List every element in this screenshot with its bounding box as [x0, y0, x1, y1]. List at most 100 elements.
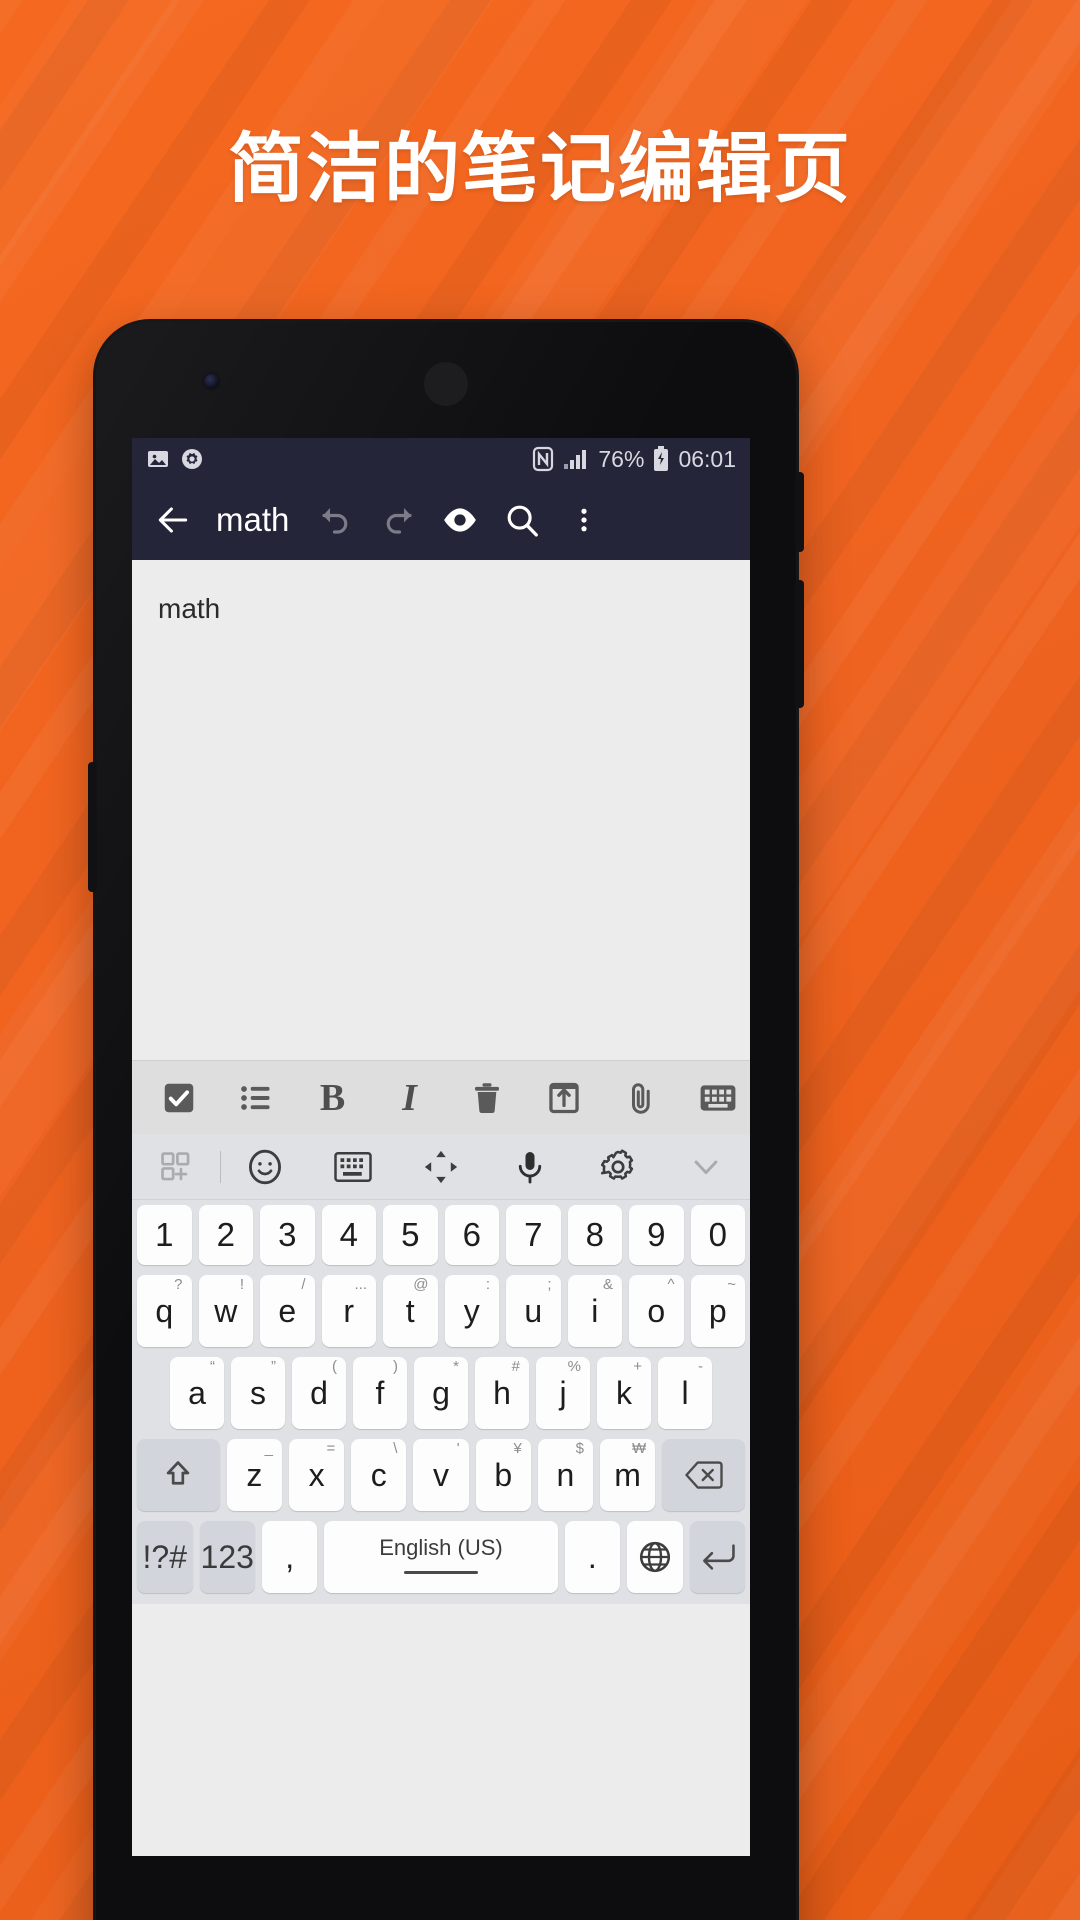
- phone-mockup: 76% 06:01 math math B I 1 2 3 4 5 6 7 8 …: [88, 322, 804, 1920]
- key-t[interactable]: @ t: [383, 1275, 438, 1347]
- editor-format-toolbar: B I: [132, 1060, 750, 1134]
- key-0[interactable]: 0: [690, 1205, 745, 1265]
- key-n-label: n: [556, 1456, 575, 1493]
- phone-side-button-volume: [795, 580, 804, 708]
- key-8[interactable]: 8: [567, 1205, 622, 1265]
- key-d-label: d: [310, 1374, 328, 1411]
- phone-side-button-power: [795, 472, 804, 552]
- key-5[interactable]: 5: [383, 1205, 438, 1265]
- search-icon[interactable]: [491, 489, 553, 551]
- eye-icon[interactable]: [429, 489, 491, 551]
- keyboard-row-qwerty: ? q ! w / e ... r @ t :y ; u & i ^ o ~ p: [132, 1270, 750, 1352]
- key-7[interactable]: 7: [506, 1205, 561, 1265]
- italic-icon[interactable]: I: [371, 1061, 448, 1134]
- keyboard-row-bottom-letters: _ z = x \ c ' v ¥ b $ n ₩ m: [132, 1434, 750, 1516]
- key-2[interactable]: 2: [198, 1205, 253, 1265]
- keyboard-row-home: “a ” s (d ) f * g # h % j + k -l: [132, 1352, 750, 1434]
- soft-keyboard: 1 2 3 4 5 6 7 8 9 0 ? q ! w / e ... r @ t :y …: [132, 1134, 750, 1604]
- note-editor-area[interactable]: math: [132, 560, 750, 1060]
- paperclip-icon[interactable]: [602, 1061, 679, 1134]
- key-1[interactable]: 1: [137, 1205, 192, 1265]
- key-l[interactable]: -l: [658, 1357, 712, 1429]
- key-h[interactable]: # h: [475, 1357, 529, 1429]
- signal-bars-icon: [563, 448, 589, 470]
- overflow-menu-icon[interactable]: [553, 489, 615, 551]
- gear-icon[interactable]: [574, 1134, 662, 1200]
- key-x[interactable]: = x: [289, 1439, 345, 1511]
- key-z[interactable]: _ z: [226, 1439, 282, 1511]
- key-d[interactable]: (d: [292, 1357, 346, 1429]
- promo-headline: 简洁的笔记编辑页: [228, 127, 852, 212]
- space-key[interactable]: English (US): [324, 1521, 558, 1593]
- key-s[interactable]: ” s: [231, 1357, 285, 1429]
- add-panel-icon[interactable]: [132, 1134, 220, 1200]
- bullet-list-icon[interactable]: [217, 1061, 294, 1134]
- key-e[interactable]: / e: [260, 1275, 315, 1347]
- space-key-label: English (US): [379, 1534, 503, 1560]
- key-e-sup: /: [301, 1276, 306, 1293]
- status-bar-left: [146, 447, 204, 471]
- undo-icon[interactable]: [305, 489, 367, 551]
- shift-arrow-icon[interactable]: [137, 1439, 220, 1511]
- comma-key[interactable]: ,: [261, 1521, 318, 1593]
- key-y[interactable]: :y: [444, 1275, 499, 1347]
- trash-icon[interactable]: [448, 1061, 525, 1134]
- key-f-sup: ): [393, 1358, 398, 1375]
- enter-return-icon[interactable]: [689, 1521, 745, 1593]
- key-p-sup: ~: [727, 1276, 736, 1293]
- battery-percent-label: 76%: [598, 445, 645, 472]
- back-arrow-icon[interactable]: [144, 501, 202, 539]
- key-r[interactable]: ... r: [321, 1275, 376, 1347]
- period-key[interactable]: .: [564, 1521, 621, 1593]
- chevron-down-icon[interactable]: [662, 1134, 750, 1200]
- key-c[interactable]: \ c: [351, 1439, 407, 1511]
- gear-icon: [180, 447, 204, 471]
- key-b[interactable]: ¥ b: [475, 1439, 531, 1511]
- symbols-key[interactable]: !?#: [137, 1521, 193, 1593]
- key-r-sup: ...: [354, 1276, 367, 1293]
- keyboard-icon[interactable]: [679, 1061, 750, 1134]
- bold-icon[interactable]: B: [294, 1061, 371, 1134]
- key-9[interactable]: 9: [629, 1205, 684, 1265]
- key-l-label: l: [681, 1374, 689, 1411]
- key-3[interactable]: 3: [260, 1205, 315, 1265]
- redo-icon[interactable]: [367, 489, 429, 551]
- key-i-sup: &: [602, 1276, 613, 1293]
- key-l-sup: -: [698, 1358, 703, 1375]
- checkbox-checked-icon[interactable]: [140, 1061, 217, 1134]
- key-p[interactable]: ~ p: [690, 1275, 745, 1347]
- note-body-text[interactable]: math: [158, 590, 724, 628]
- key-w[interactable]: ! w: [198, 1275, 253, 1347]
- keyboard-icon[interactable]: [309, 1134, 397, 1200]
- keyboard-row-numbers: 1 2 3 4 5 6 7 8 9 0: [132, 1200, 750, 1270]
- key-v-label: v: [433, 1456, 449, 1493]
- key-o[interactable]: ^ o: [629, 1275, 684, 1347]
- key-u[interactable]: ; u: [506, 1275, 561, 1347]
- backspace-icon[interactable]: [662, 1439, 746, 1511]
- key-j[interactable]: % j: [536, 1357, 590, 1429]
- key-f[interactable]: ) f: [353, 1357, 407, 1429]
- key-4[interactable]: 4: [321, 1205, 376, 1265]
- numbers-key[interactable]: 123: [199, 1521, 255, 1593]
- key-g[interactable]: * g: [414, 1357, 468, 1429]
- key-6[interactable]: 6: [444, 1205, 499, 1265]
- key-n[interactable]: $ n: [537, 1439, 594, 1511]
- phone-side-button-left: [88, 762, 97, 892]
- key-q[interactable]: ? q: [137, 1275, 192, 1347]
- key-i[interactable]: & i: [567, 1275, 622, 1347]
- microphone-icon[interactable]: [486, 1134, 574, 1200]
- share-export-icon[interactable]: [525, 1061, 602, 1134]
- emoji-smiley-icon[interactable]: [221, 1134, 309, 1200]
- arrow-pad-icon[interactable]: [397, 1134, 485, 1200]
- key-v-sup: ': [456, 1440, 460, 1457]
- key-v[interactable]: ' v: [413, 1439, 469, 1511]
- key-q-sup: ?: [174, 1276, 183, 1293]
- key-a[interactable]: “a: [170, 1357, 224, 1429]
- keyboard-row-function: !?# 123 , English (US) .: [132, 1516, 750, 1598]
- key-k[interactable]: + k: [597, 1357, 651, 1429]
- key-k-label: k: [616, 1374, 632, 1411]
- key-m[interactable]: ₩ m: [600, 1439, 656, 1511]
- earpiece-speaker: [424, 362, 468, 406]
- key-f-label: f: [375, 1374, 385, 1411]
- globe-icon[interactable]: [627, 1521, 683, 1593]
